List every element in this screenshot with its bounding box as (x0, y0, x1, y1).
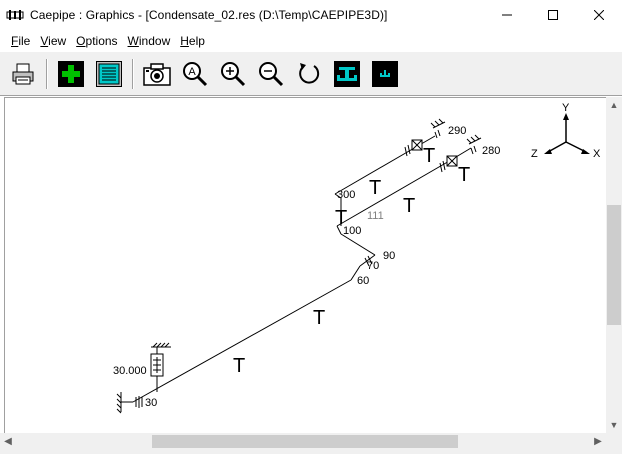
zoom-auto-button[interactable]: A (178, 57, 212, 91)
axis-label-z: Z (531, 148, 538, 160)
menu-window[interactable]: Window (123, 34, 176, 48)
rotate-button[interactable] (292, 57, 326, 91)
zoom-in-icon (221, 61, 246, 86)
camera-button[interactable] (140, 57, 174, 91)
menu-bar: File View Options Window Help (0, 30, 622, 52)
close-button[interactable] (576, 0, 622, 30)
graphics-canvas[interactable]: T T T T T T T 290 280 300 111 100 90 70 … (4, 97, 606, 433)
horizontal-scroll-thumb[interactable] (152, 435, 458, 448)
rotate-icon (299, 62, 320, 84)
axis-label-y: Y (562, 102, 570, 114)
horizontal-scrollbar[interactable]: ◀ ▶ (0, 433, 606, 450)
add-button[interactable] (54, 57, 88, 91)
toolbar-separator (46, 58, 48, 89)
node-label: 100 (343, 225, 361, 237)
list-button[interactable] (92, 57, 126, 91)
menu-help[interactable]: Help (175, 34, 210, 48)
camera-icon (143, 62, 171, 86)
pipe-model-drawing: T T T T T T T 290 280 300 111 100 90 70 … (113, 102, 601, 414)
list-icon (96, 60, 122, 87)
support-glyph: T (403, 195, 415, 217)
support-glyph: T (369, 177, 381, 199)
vertical-scrollbar[interactable]: ▲ ▼ (606, 97, 622, 433)
print-button[interactable] (6, 57, 40, 91)
svg-text:A: A (188, 66, 196, 78)
node-label: 300 (337, 189, 355, 201)
node-label: 290 (448, 125, 466, 137)
scrollbar-corner (606, 433, 622, 450)
axis-label-x: X (593, 148, 601, 160)
support-view-icon (334, 60, 360, 87)
support-glyph: T (423, 145, 435, 167)
printer-icon (12, 63, 34, 84)
support-small-icon (372, 60, 398, 87)
node-label: 70 (367, 260, 379, 272)
support-glyph: T (233, 355, 245, 377)
node-label: 30 (145, 397, 157, 409)
scroll-left-arrow-icon[interactable]: ◀ (0, 433, 16, 450)
node-label: 280 (482, 145, 500, 157)
vertical-scroll-thumb[interactable] (607, 205, 621, 325)
scroll-down-arrow-icon[interactable]: ▼ (606, 417, 622, 433)
zoom-out-button[interactable] (254, 57, 288, 91)
menu-options[interactable]: Options (71, 34, 122, 48)
support-glyph: T (313, 307, 325, 329)
support-view-button[interactable] (330, 57, 364, 91)
scroll-right-arrow-icon[interactable]: ▶ (590, 433, 606, 450)
maximize-button[interactable] (530, 0, 576, 30)
toolbar: A (0, 52, 622, 96)
node-label: 90 (383, 250, 395, 262)
minimize-button[interactable] (484, 0, 530, 30)
pipe-segment (132, 279, 352, 403)
add-icon (58, 60, 84, 87)
z-axis-line (547, 141, 567, 153)
title-bar: Caepipe : Graphics - [Condensate_02.res … (0, 0, 622, 30)
app-icon (0, 0, 30, 30)
pipe-segment (340, 233, 376, 256)
spring-value-label: 30.000 (113, 365, 147, 377)
support-glyph: T (458, 164, 470, 186)
menu-file[interactable]: File (6, 34, 35, 48)
scroll-up-arrow-icon[interactable]: ▲ (606, 97, 622, 113)
window-bottom-border (0, 450, 622, 454)
zoom-auto-icon: A (183, 61, 208, 86)
node-label: 60 (357, 275, 369, 287)
zoom-out-icon (259, 61, 284, 86)
menu-view[interactable]: View (35, 34, 71, 48)
node-label: 111 (367, 210, 384, 222)
window-title: Caepipe : Graphics - [Condensate_02.res … (30, 8, 388, 22)
support-small-button[interactable] (368, 57, 402, 91)
zoom-in-button[interactable] (216, 57, 250, 91)
toolbar-separator (132, 58, 134, 89)
